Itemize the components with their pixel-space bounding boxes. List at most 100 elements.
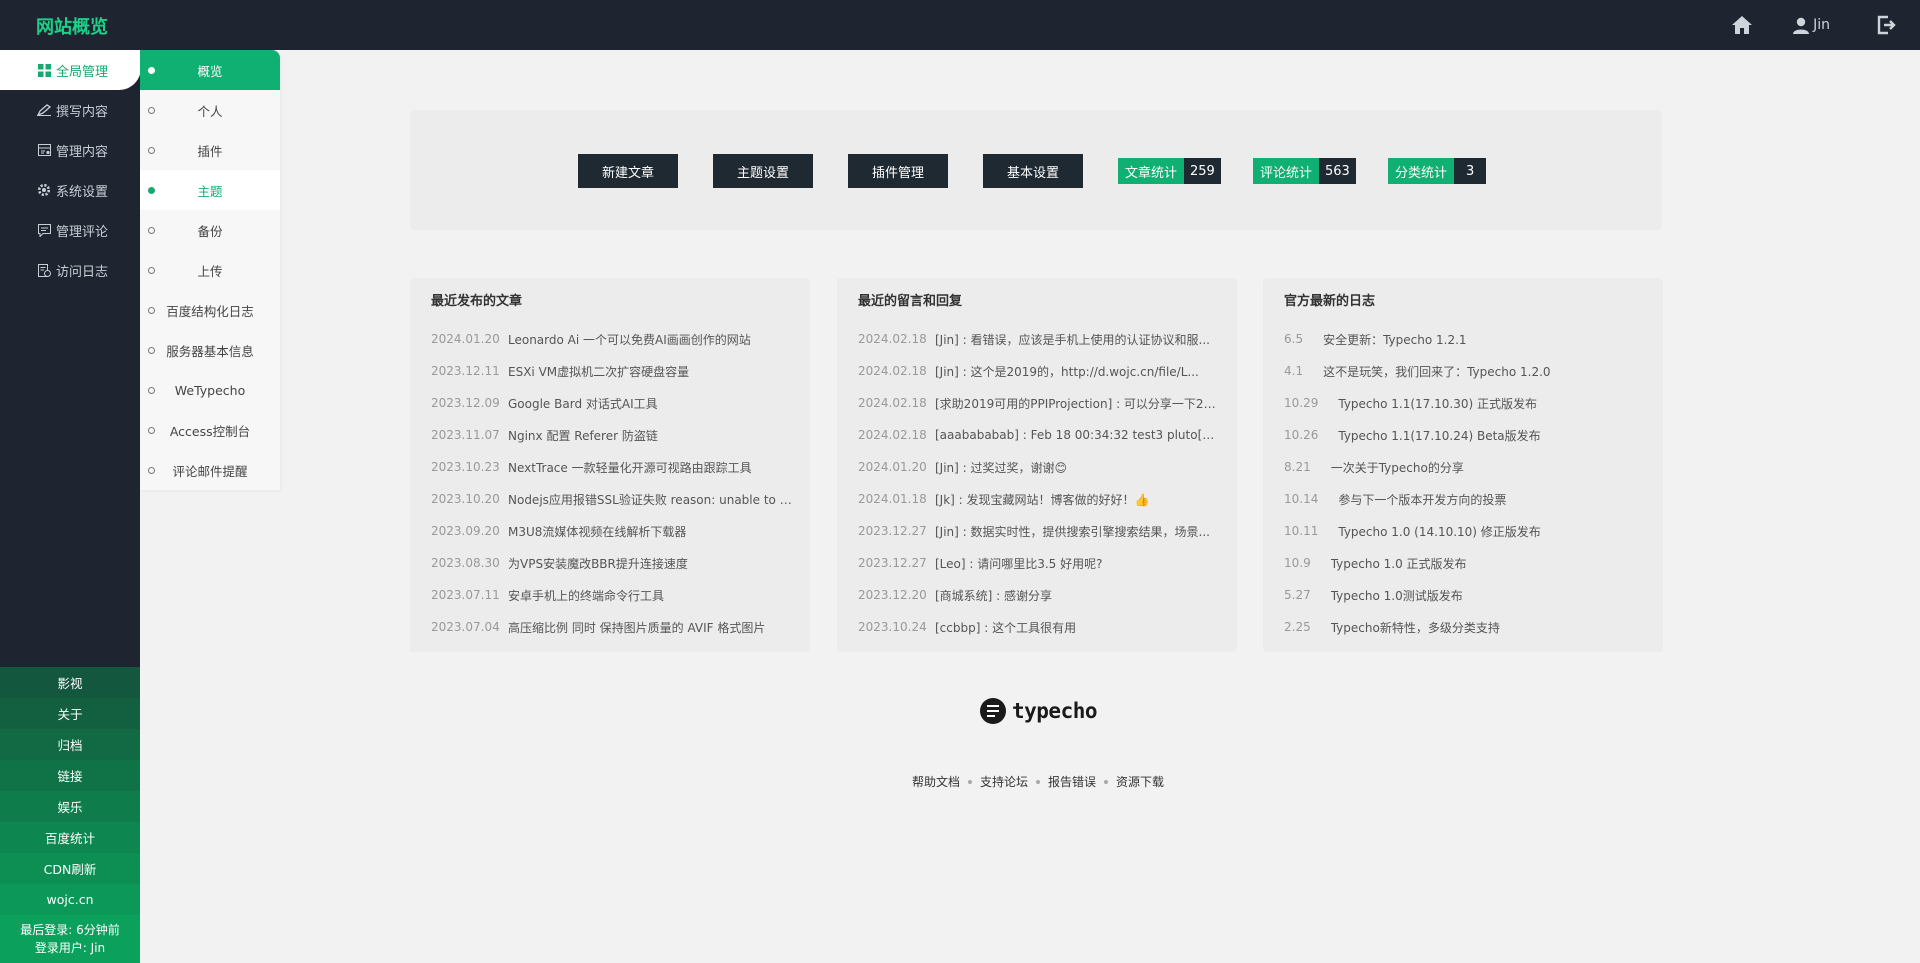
list-item[interactable]: 2024.01.18 [Jk] : 发现宝藏网站！博客做的好好！👍 — [858, 483, 1221, 515]
item-link[interactable]: [Leo] : 请问哪里比3.5 好用呢? — [935, 555, 1103, 572]
list-item[interactable]: 4.1 这不是玩笑，我们回来了：Typecho 1.2.0 — [1284, 355, 1647, 387]
item-link[interactable]: 高压缩比例 同时 保持图片质量的 AVIF 格式图片 — [508, 619, 765, 636]
item-link[interactable]: 一次关于Typecho的分享 — [1331, 459, 1464, 476]
sidebar-item-global[interactable]: 全局管理 — [0, 50, 142, 90]
subnav-upload[interactable]: 上传 — [140, 250, 280, 290]
list-item[interactable]: 2023.07.11 安卓手机上的终端命令行工具 — [431, 579, 794, 611]
list-item[interactable]: 10.29 Typecho 1.1(17.10.30) 正式版发布 — [1284, 387, 1647, 419]
link-movies[interactable]: 影视 — [0, 667, 140, 698]
item-link[interactable]: Typecho 1.0 (14.10.10) 修正版发布 — [1338, 523, 1540, 540]
item-link[interactable]: 这不是玩笑，我们回来了：Typecho 1.2.0 — [1323, 363, 1550, 380]
item-link[interactable]: 参与下一个版本开发方向的投票 — [1338, 491, 1506, 508]
post-stats[interactable]: 文章统计 259 — [1118, 158, 1221, 184]
list-item[interactable]: 2024.01.20 Leonardo Ai 一个可以免费AI画画创作的网站 — [431, 323, 794, 355]
list-item[interactable]: 2023.12.27 [Leo] : 请问哪里比3.5 好用呢? — [858, 547, 1221, 579]
item-link[interactable]: [aaabababab] : Feb 18 00:34:32 test3 plu… — [935, 428, 1221, 442]
typecho-logo[interactable]: typecho — [980, 698, 1098, 724]
list-item[interactable]: 2024.01.20 [Jin] : 过奖过奖，谢谢😊 — [858, 451, 1221, 483]
list-item[interactable]: 2023.10.20 Nodejs应用报错SSL验证失败 reason: unab… — [431, 483, 794, 515]
link-baidu-stats[interactable]: 百度统计 — [0, 822, 140, 853]
item-link[interactable]: Nginx 配置 Referer 防盗链 — [508, 427, 658, 444]
item-link[interactable]: [Jin] : 过奖过奖，谢谢😊 — [935, 459, 1067, 476]
item-link[interactable]: 安全更新：Typecho 1.2.1 — [1323, 331, 1466, 348]
item-link[interactable]: Nodejs应用报错SSL验证失败 reason: unable to ver.… — [508, 491, 794, 508]
item-link[interactable]: [求助2019可用的PPIProjection] : 可以分享一下201... — [935, 395, 1221, 412]
subnav-backup[interactable]: 备份 — [140, 210, 280, 250]
link-entertainment[interactable]: 娱乐 — [0, 791, 140, 822]
sidebar-item-write[interactable]: 撰写内容 — [0, 90, 140, 130]
support-forum-link[interactable]: 支持论坛 — [980, 773, 1028, 790]
link-cdn-refresh[interactable]: CDN刷新 — [0, 853, 140, 884]
item-link[interactable]: [Jin] : 数据实时性，提供搜索引擎搜索结果，场景... — [935, 523, 1210, 540]
list-item[interactable]: 2023.07.04 高压缩比例 同时 保持图片质量的 AVIF 格式图片 — [431, 611, 794, 643]
help-docs-link[interactable]: 帮助文档 — [912, 773, 960, 790]
list-item[interactable]: 6.5 安全更新：Typecho 1.2.1 — [1284, 323, 1647, 355]
list-item[interactable]: 2024.02.18 [aaabababab] : Feb 18 00:34:32… — [858, 419, 1221, 451]
sidebar-item-comments[interactable]: 管理评论 — [0, 210, 140, 250]
item-link[interactable]: Typecho新特性，多级分类支持 — [1331, 619, 1500, 636]
list-item[interactable]: 2023.12.09 Google Bard 对话式AI工具 — [431, 387, 794, 419]
subnav-wetypecho[interactable]: WeTypecho — [140, 370, 280, 410]
link-about[interactable]: 关于 — [0, 698, 140, 729]
list-item[interactable]: 10.26 Typecho 1.1(17.10.24) Beta版发布 — [1284, 419, 1647, 451]
item-link[interactable]: ESXi VM虚拟机二次扩容硬盘容量 — [508, 363, 689, 380]
item-link[interactable]: M3U8流媒体视频在线解析下载器 — [508, 523, 686, 540]
list-item[interactable]: 2023.11.07 Nginx 配置 Referer 防盗链 — [431, 419, 794, 451]
link-site-domain[interactable]: wojc.cn — [0, 884, 140, 915]
subnav-server-info[interactable]: 服务器基本信息 — [140, 330, 280, 370]
item-link[interactable]: [Jin] : 看错误，应该是手机上使用的认证协议和服... — [935, 331, 1210, 348]
list-item[interactable]: 5.27 Typecho 1.0测试版发布 — [1284, 579, 1647, 611]
report-bug-link[interactable]: 报告错误 — [1048, 773, 1096, 790]
downloads-link[interactable]: 资源下载 — [1116, 773, 1164, 790]
list-item[interactable]: 2024.02.18 [Jin] : 这个是2019的，http://d.wojc… — [858, 355, 1221, 387]
sidebar-item-logs[interactable]: 访问日志 — [0, 250, 140, 290]
sidebar-item-settings[interactable]: 系统设置 — [0, 170, 140, 210]
subnav-profile[interactable]: 个人 — [140, 90, 280, 130]
basic-settings-button[interactable]: 基本设置 — [983, 154, 1083, 188]
list-item[interactable]: 10.9 Typecho 1.0 正式版发布 — [1284, 547, 1647, 579]
list-item[interactable]: 2023.10.24 [ccbbp] : 这个工具很有用 — [858, 611, 1221, 643]
logout-icon[interactable] — [1876, 15, 1896, 35]
subnav-baidu-log[interactable]: 百度结构化日志 — [140, 290, 280, 330]
home-icon[interactable] — [1731, 15, 1753, 35]
list-item[interactable]: 2.25 Typecho新特性，多级分类支持 — [1284, 611, 1647, 643]
subnav-themes[interactable]: 主题 — [140, 170, 280, 210]
list-item[interactable]: 2023.09.20 M3U8流媒体视频在线解析下载器 — [431, 515, 794, 547]
item-link[interactable]: [商城系统] : 感谢分享 — [935, 587, 1052, 604]
plugin-manage-button[interactable]: 插件管理 — [848, 154, 948, 188]
list-item[interactable]: 2023.12.20 [商城系统] : 感谢分享 — [858, 579, 1221, 611]
list-item[interactable]: 2024.02.18 [求助2019可用的PPIProjection] : 可以分… — [858, 387, 1221, 419]
list-item[interactable]: 2024.02.18 [Jin] : 看错误，应该是手机上使用的认证协议和服... — [858, 323, 1221, 355]
list-item[interactable]: 2023.10.23 NextTrace 一款轻量化开源可视路由跟踪工具 — [431, 451, 794, 483]
item-link[interactable]: Typecho 1.1(17.10.24) Beta版发布 — [1338, 427, 1540, 444]
item-link[interactable]: [ccbbp] : 这个工具很有用 — [935, 619, 1076, 636]
theme-settings-button[interactable]: 主题设置 — [713, 154, 813, 188]
item-link[interactable]: Leonardo Ai 一个可以免费AI画画创作的网站 — [508, 331, 751, 348]
item-link[interactable]: Google Bard 对话式AI工具 — [508, 395, 658, 412]
list-item[interactable]: 10.11 Typecho 1.0 (14.10.10) 修正版发布 — [1284, 515, 1647, 547]
item-link[interactable]: [Jk] : 发现宝藏网站！博客做的好好！👍 — [935, 491, 1149, 508]
list-item[interactable]: 2023.08.30 为VPS安装魔改BBR提升连接速度 — [431, 547, 794, 579]
item-link[interactable]: Typecho 1.1(17.10.30) 正式版发布 — [1338, 395, 1537, 412]
item-link[interactable]: 安卓手机上的终端命令行工具 — [508, 587, 664, 604]
list-item[interactable]: 2023.12.27 [Jin] : 数据实时性，提供搜索引擎搜索结果，场景... — [858, 515, 1221, 547]
link-links[interactable]: 链接 — [0, 760, 140, 791]
item-link[interactable]: Typecho 1.0测试版发布 — [1331, 587, 1463, 604]
category-stats[interactable]: 分类统计 3 — [1388, 158, 1487, 184]
list-item[interactable]: 2023.12.11 ESXi VM虚拟机二次扩容硬盘容量 — [431, 355, 794, 387]
item-link[interactable]: NextTrace 一款轻量化开源可视路由跟踪工具 — [508, 459, 752, 476]
subnav-comment-mail[interactable]: 评论邮件提醒 — [140, 450, 280, 490]
list-item[interactable]: 8.21 一次关于Typecho的分享 — [1284, 451, 1647, 483]
sidebar-item-manage[interactable]: 管理内容 — [0, 130, 140, 170]
user-menu[interactable]: Jin — [1793, 17, 1830, 34]
list-item[interactable]: 10.14 参与下一个版本开发方向的投票 — [1284, 483, 1647, 515]
subnav-plugins[interactable]: 插件 — [140, 130, 280, 170]
comment-stats[interactable]: 评论统计 563 — [1253, 158, 1356, 184]
new-post-button[interactable]: 新建文章 — [578, 154, 678, 188]
link-archive[interactable]: 归档 — [0, 729, 140, 760]
item-link[interactable]: [Jin] : 这个是2019的，http://d.wojc.cn/file/L… — [935, 363, 1199, 380]
item-link[interactable]: Typecho 1.0 正式版发布 — [1331, 555, 1467, 572]
subnav-overview[interactable]: 概览 — [140, 50, 280, 90]
item-link[interactable]: 为VPS安装魔改BBR提升连接速度 — [508, 555, 688, 572]
subnav-access-console[interactable]: Access控制台 — [140, 410, 280, 450]
